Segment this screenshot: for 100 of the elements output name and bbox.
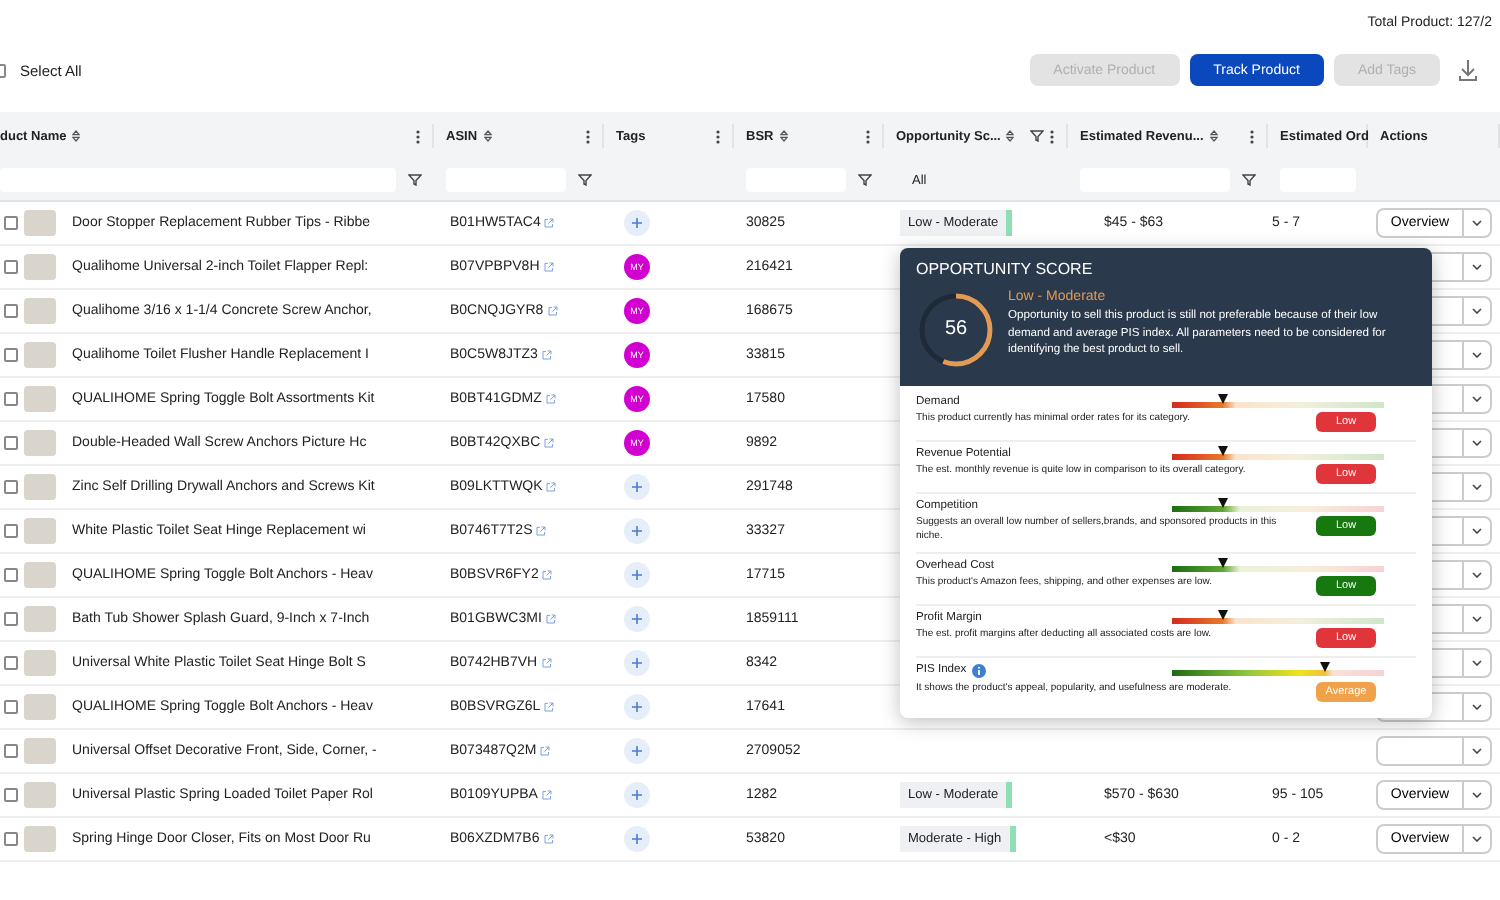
photo-placeholder <box>24 430 56 456</box>
photo-placeholder <box>24 386 56 412</box>
external-link-icon[interactable] <box>544 438 555 448</box>
external-link-icon[interactable] <box>543 262 554 272</box>
caret-icon <box>1472 836 1482 842</box>
caret-icon <box>1472 616 1482 622</box>
caret-icon <box>1472 528 1482 534</box>
caret-icon <box>1472 396 1482 402</box>
row-checkbox[interactable] <box>4 788 18 802</box>
dropdown-button[interactable] <box>1464 780 1492 810</box>
filter-icon[interactable] <box>1242 174 1256 186</box>
caret-icon <box>1472 264 1482 270</box>
dropdown-button[interactable] <box>1464 252 1492 282</box>
sort-icon[interactable] <box>1006 130 1015 142</box>
plus-icon <box>632 790 642 800</box>
photo-placeholder <box>24 606 56 632</box>
add-tag-button[interactable] <box>624 738 650 764</box>
row-checkbox[interactable] <box>4 700 18 714</box>
row-checkbox[interactable] <box>4 480 18 494</box>
row-checkbox[interactable] <box>4 392 18 406</box>
row-checkbox[interactable] <box>4 216 18 230</box>
photo-placeholder <box>24 254 56 280</box>
add-tag-button[interactable] <box>624 562 650 588</box>
plus-icon <box>632 702 642 712</box>
dropdown-button[interactable] <box>1464 692 1492 722</box>
external-link-icon[interactable] <box>543 834 554 844</box>
filter-icon[interactable] <box>858 174 872 186</box>
external-link-icon[interactable] <box>541 350 552 360</box>
row-checkbox[interactable] <box>4 348 18 362</box>
plus-icon <box>632 570 642 580</box>
dropdown-button[interactable] <box>1464 384 1492 414</box>
overview-button[interactable] <box>1376 736 1464 766</box>
row-checkbox[interactable] <box>4 744 18 758</box>
add-tag-button[interactable] <box>624 474 650 500</box>
dropdown-button[interactable] <box>1464 208 1492 238</box>
external-link-icon[interactable] <box>541 790 552 800</box>
dropdown-button[interactable] <box>1464 296 1492 326</box>
filter-icon[interactable] <box>578 174 592 186</box>
row-checkbox[interactable] <box>4 260 18 274</box>
row-checkbox[interactable] <box>4 436 18 450</box>
add-tag-button[interactable] <box>624 694 650 720</box>
photo-placeholder <box>24 518 56 544</box>
external-link-icon[interactable] <box>541 658 552 668</box>
add-tag-button[interactable] <box>624 650 650 676</box>
external-link-icon[interactable] <box>536 526 547 536</box>
dropdown-button[interactable] <box>1464 340 1492 370</box>
add-tag-button[interactable] <box>624 518 650 544</box>
row-checkbox[interactable] <box>4 524 18 538</box>
row-checkbox[interactable] <box>4 304 18 318</box>
photo-placeholder <box>24 210 56 236</box>
dropdown-button[interactable] <box>1464 516 1492 546</box>
score-ring <box>916 290 996 370</box>
sort-icon[interactable] <box>779 130 788 142</box>
external-link-icon[interactable] <box>545 614 556 624</box>
add-tag-button[interactable] <box>624 210 650 236</box>
plus-icon <box>632 658 642 668</box>
plus-icon <box>632 218 642 228</box>
row-checkbox[interactable] <box>4 656 18 670</box>
add-tag-button[interactable] <box>624 782 650 808</box>
photo-placeholder <box>24 782 56 808</box>
external-link-icon[interactable] <box>544 702 555 712</box>
caret-icon <box>1472 352 1482 358</box>
add-tag-button[interactable] <box>624 826 650 852</box>
plus-icon <box>632 834 642 844</box>
external-link-icon[interactable] <box>546 482 557 492</box>
row-checkbox[interactable] <box>4 568 18 582</box>
info-icon[interactable] <box>972 663 987 677</box>
plus-icon <box>632 482 642 492</box>
external-link-icon[interactable] <box>540 746 551 756</box>
dropdown-button[interactable] <box>1464 560 1492 590</box>
row-checkbox[interactable] <box>4 612 18 626</box>
filter-icon[interactable] <box>408 174 422 186</box>
plus-icon <box>632 526 642 536</box>
score-value: 56 <box>944 320 968 340</box>
sort-icon[interactable] <box>1209 130 1218 142</box>
dropdown-button[interactable] <box>1464 648 1492 678</box>
caret-icon <box>1472 484 1482 490</box>
photo-placeholder <box>24 474 56 500</box>
photo-placeholder <box>24 650 56 676</box>
external-link-icon[interactable] <box>544 218 555 228</box>
add-tag-button[interactable] <box>624 606 650 632</box>
popover-title: OPPORTUNITY SCORE <box>916 260 1095 278</box>
sort-icon[interactable] <box>483 130 492 142</box>
external-link-icon[interactable] <box>547 306 558 316</box>
dropdown-button[interactable] <box>1464 824 1492 854</box>
external-link-icon[interactable] <box>545 394 556 404</box>
external-link-icon[interactable] <box>542 570 553 580</box>
plus-icon <box>632 746 642 756</box>
photo-placeholder <box>24 562 56 588</box>
filter-icon[interactable] <box>1030 130 1044 142</box>
dropdown-button[interactable] <box>1464 472 1492 502</box>
photo-placeholder <box>24 738 56 764</box>
row-checkbox[interactable] <box>4 832 18 846</box>
photo-placeholder <box>24 342 56 368</box>
caret-icon <box>1472 748 1482 754</box>
caret-icon <box>1472 220 1482 226</box>
dropdown-button[interactable] <box>1464 604 1492 634</box>
dropdown-button[interactable] <box>1464 736 1492 766</box>
dropdown-button[interactable] <box>1464 428 1492 458</box>
sort-icon[interactable] <box>72 130 81 142</box>
